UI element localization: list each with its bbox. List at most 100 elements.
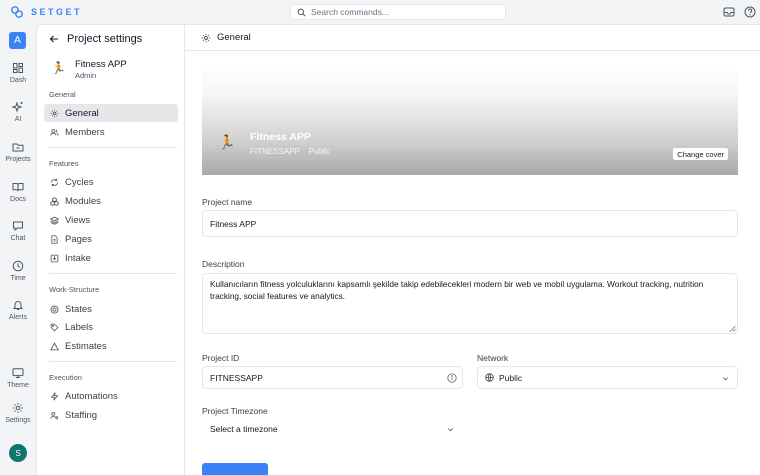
top-bar: SETGET (0, 0, 760, 24)
globe-icon (485, 373, 494, 382)
sidebar-item-automations[interactable]: Automations (44, 387, 178, 405)
zap-icon (50, 391, 59, 401)
sidebar-item-label: States (65, 303, 92, 315)
project-id-value: FITNESSAPP (210, 372, 263, 383)
change-cover-button[interactable]: Change cover (673, 148, 728, 160)
circle-dot-icon (50, 304, 59, 314)
bell-icon (12, 301, 24, 310)
sidebar-item-estimates[interactable]: Estimates (44, 337, 178, 355)
network-label: Network (477, 353, 509, 363)
timezone-value: Select a timezone (210, 424, 278, 434)
rail-item-theme[interactable]: Theme (0, 367, 36, 389)
divider (49, 361, 177, 362)
users-icon (50, 128, 59, 136)
rail-item-projects[interactable]: Projects (0, 141, 36, 163)
sidebar-item-label: Staffing (65, 409, 98, 421)
section-work-structure: Work-Structure (49, 285, 100, 294)
user-avatar[interactable]: S (9, 444, 27, 462)
resize-handle-icon[interactable] (729, 325, 736, 332)
section-features: Features (49, 159, 79, 168)
rail-item-chat[interactable]: Chat (0, 220, 36, 242)
sidebar-item-label: Cycles (65, 176, 94, 188)
sidebar-item-staffing[interactable]: Staffing (44, 406, 178, 424)
sidebar-item-general[interactable]: General (44, 104, 178, 122)
logo-icon (11, 6, 23, 18)
sidebar-item-intake[interactable]: Intake (44, 249, 178, 267)
chat-icon (13, 221, 23, 232)
project-name-label: Project name (202, 197, 253, 207)
update-project-button[interactable] (202, 463, 268, 475)
rail-label: Docs (10, 196, 26, 203)
sidebar-item-cycles[interactable]: Cycles (44, 173, 178, 191)
cover-meta: FITNESSAPP Public (250, 147, 331, 156)
workspace-avatar[interactable]: A (9, 32, 26, 49)
sidebar-item-pages[interactable]: Pages (44, 230, 178, 248)
file-icon (51, 234, 58, 244)
sidebar-item-labels[interactable]: Labels (44, 318, 178, 336)
rail-label: Time (10, 275, 26, 282)
project-role: Admin (74, 71, 97, 80)
main-content: General 🏃 Fitness APP FITNESSAPP Public … (185, 25, 760, 475)
rail-item-alerts[interactable]: Alerts (0, 299, 36, 321)
network-select[interactable]: Public (477, 366, 738, 389)
sidebar-item-label: Intake (65, 252, 91, 264)
project-summary: 🏃 Fitness APP Admin (51, 59, 127, 80)
sidebar-item-label: Members (65, 126, 105, 138)
rail-item-settings[interactable]: Settings (0, 402, 36, 424)
search-input[interactable] (311, 7, 491, 17)
section-execution: Execution (49, 373, 82, 382)
rail-label: Theme (7, 382, 29, 389)
boxes-icon (50, 196, 59, 206)
folder-icon (12, 143, 24, 152)
settings-sidebar: Project settings 🏃 Fitness APP Admin Gen… (37, 25, 185, 475)
cover-visibility: Public (308, 147, 331, 156)
rail-item-time[interactable]: Time (0, 260, 36, 282)
project-name-value: Fitness APP (210, 218, 257, 229)
book-icon (12, 183, 24, 192)
timezone-select[interactable]: Select a timezone (202, 418, 463, 440)
project-emoji: 🏃 (51, 61, 66, 75)
intake-icon (50, 254, 59, 262)
layers-icon (50, 216, 59, 225)
sidebar-item-label: General (65, 107, 99, 119)
sidebar-item-members[interactable]: Members (44, 123, 178, 141)
description-textarea[interactable]: Kullanıcıların fitness yolculuklarını ka… (202, 273, 738, 334)
project-id-label: Project ID (202, 353, 240, 363)
rail-item-ai[interactable]: AI (0, 101, 36, 123)
sidebar-item-label: Estimates (65, 340, 107, 352)
rail-item-dash[interactable]: Dash (0, 62, 36, 84)
description-value: Kullanıcıların fitness yolculuklarını ka… (210, 279, 704, 301)
settings-panel: Project settings 🏃 Fitness APP Admin Gen… (36, 24, 760, 475)
sidebar-item-modules[interactable]: Modules (44, 192, 178, 210)
divider (49, 147, 177, 148)
sidebar-item-label: Views (65, 214, 91, 226)
sidebar-item-views[interactable]: Views (44, 211, 178, 229)
sidebar-item-states[interactable]: States (44, 300, 178, 318)
app-logo[interactable]: SETGET (10, 5, 82, 19)
user-cog-icon (50, 411, 59, 419)
rail-item-docs[interactable]: Docs (0, 181, 36, 203)
command-search[interactable] (290, 4, 506, 20)
arrow-left-icon (49, 35, 58, 43)
inbox-icon[interactable] (722, 5, 736, 19)
project-name-input[interactable]: Fitness APP (202, 210, 738, 237)
cover-emoji[interactable]: 🏃 (214, 129, 240, 155)
refresh-icon (51, 178, 58, 186)
help-icon[interactable] (743, 5, 757, 19)
gear-icon (13, 403, 23, 413)
sidebar-item-label: Automations (65, 390, 118, 402)
search-icon (297, 8, 306, 16)
divider (49, 273, 177, 274)
dashboard-icon (13, 63, 23, 73)
app-name: SETGET (31, 7, 83, 17)
page-header: General (185, 25, 760, 51)
rail-label: Projects (5, 156, 31, 163)
back-to-project[interactable]: Project settings (49, 33, 142, 45)
project-name: Fitness APP (74, 59, 127, 70)
chevron-down-icon (448, 428, 453, 432)
timezone-label: Project Timezone (202, 406, 268, 416)
sidebar-title: Project settings (67, 33, 143, 45)
tag-icon (50, 323, 59, 331)
info-icon[interactable] (447, 373, 457, 383)
project-id-input[interactable]: FITNESSAPP (202, 366, 463, 389)
